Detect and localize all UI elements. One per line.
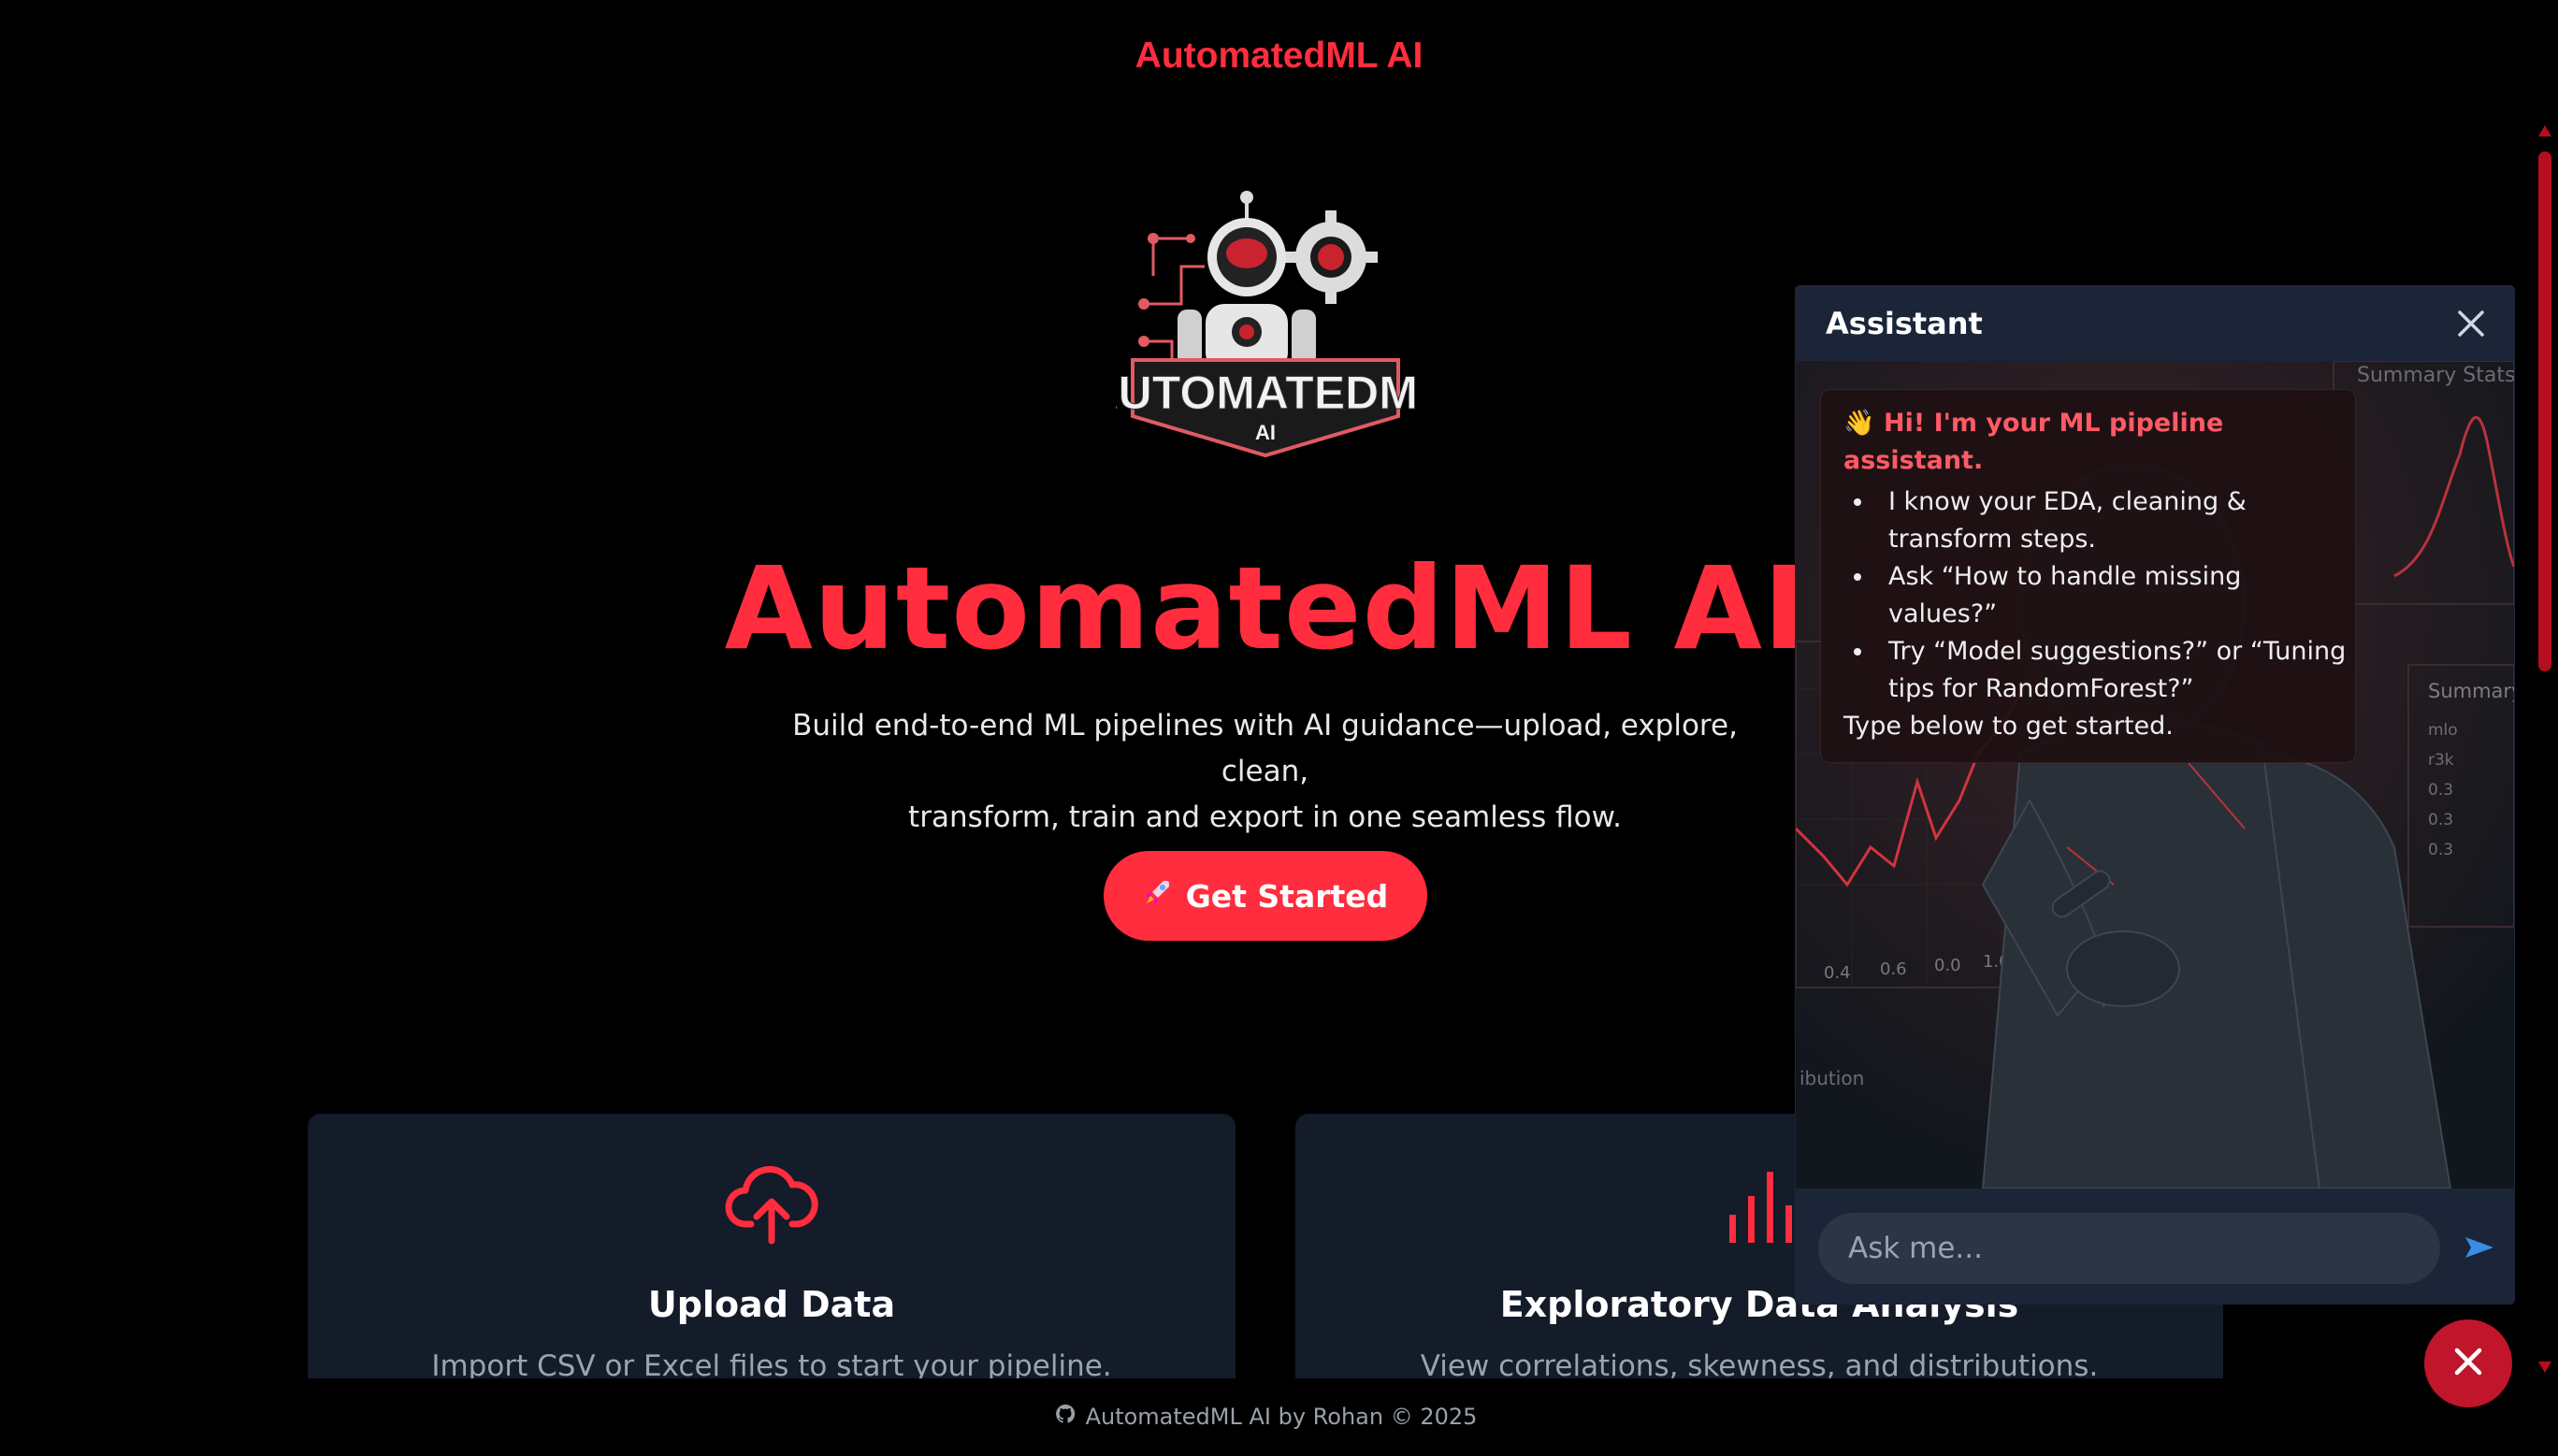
assistant-closing: Type below to get started. [1843, 712, 2174, 741]
assistant-chat-area[interactable]: 0.4 0.6 0.0 1.0 ibution Summary Stats Su… [1796, 361, 2514, 1189]
svg-text:0.6: 0.6 [1880, 959, 1907, 979]
assistant-greeting: 👋 Hi! I'm your ML pipeline assistant. [1843, 409, 2224, 475]
hero-subtitle: Build end-to-end ML pipelines with AI gu… [776, 703, 1754, 841]
send-icon[interactable] [2464, 1233, 2495, 1261]
close-icon [2450, 1343, 2487, 1384]
logo: AUTOMATEDML AI [1084, 182, 1447, 463]
feature-card-upload[interactable]: Upload Data Import CSV or Excel files to… [308, 1114, 1236, 1394]
svg-text:0.3: 0.3 [2428, 781, 2453, 800]
close-chat-button[interactable] [2424, 1319, 2512, 1407]
svg-text:0.4: 0.4 [1824, 963, 1851, 983]
scroll-up-arrow[interactable] [2538, 125, 2551, 137]
svg-text:AUTOMATEDML: AUTOMATEDML [1116, 367, 1415, 419]
ask-input[interactable] [1818, 1213, 2440, 1284]
assistant-input-bar [1796, 1189, 2514, 1304]
footer: AutomatedML AI by Rohan © 2025 [0, 1403, 2531, 1431]
assistant-title: Assistant [1826, 306, 1983, 341]
list-item: Ask “How to handle missing values?” [1875, 558, 2355, 633]
svg-text:0.0: 0.0 [1934, 956, 1961, 975]
assistant-tips-list: I know your EDA, cleaning & transform st… [1821, 483, 2355, 708]
svg-text:Summary: Summary [2428, 680, 2514, 702]
hero-subtitle-line1: Build end-to-end ML pipelines with AI gu… [792, 709, 1738, 788]
hero-subtitle-line2: transform, train and export in one seaml… [908, 800, 1622, 834]
assistant-welcome-message: 👋 Hi! I'm your ML pipeline assistant. I … [1820, 389, 2356, 763]
svg-text:r3k: r3k [2428, 751, 2454, 770]
rocket-icon [1143, 877, 1173, 915]
list-item: I know your EDA, cleaning & transform st… [1875, 483, 2355, 558]
get-started-label: Get Started [1185, 877, 1389, 915]
svg-text:0.3: 0.3 [2428, 811, 2453, 829]
assistant-header: Assistant [1796, 286, 2514, 361]
svg-text:mlo: mlo [2428, 721, 2458, 740]
card-title: Upload Data [647, 1284, 896, 1325]
list-item: Try “Model suggestions?” or “Tuning tips… [1875, 633, 2355, 708]
svg-text:AI: AI [1255, 421, 1276, 444]
svg-text:Summary Stats: Summary Stats [2357, 364, 2514, 387]
svg-text:ibution: ibution [1799, 1067, 1864, 1089]
svg-text:0.3: 0.3 [2428, 841, 2453, 859]
footer-text: AutomatedML AI by Rohan © 2025 [1085, 1404, 1478, 1430]
scrollbar-thumb[interactable] [2538, 151, 2551, 671]
assistant-panel: Assistant 0.4 0.6 0.0 1.0 ibution Summar… [1796, 286, 2514, 1304]
scroll-down-arrow[interactable] [2538, 1362, 2551, 1373]
github-icon[interactable] [1054, 1403, 1077, 1431]
get-started-button[interactable]: Get Started [1104, 851, 1427, 941]
navbar-brand[interactable]: AutomatedML AI [0, 36, 2558, 77]
page-scrollbar[interactable] [2531, 120, 2558, 1378]
close-icon[interactable] [2454, 307, 2488, 340]
cloud-upload-icon [308, 1162, 1236, 1248]
